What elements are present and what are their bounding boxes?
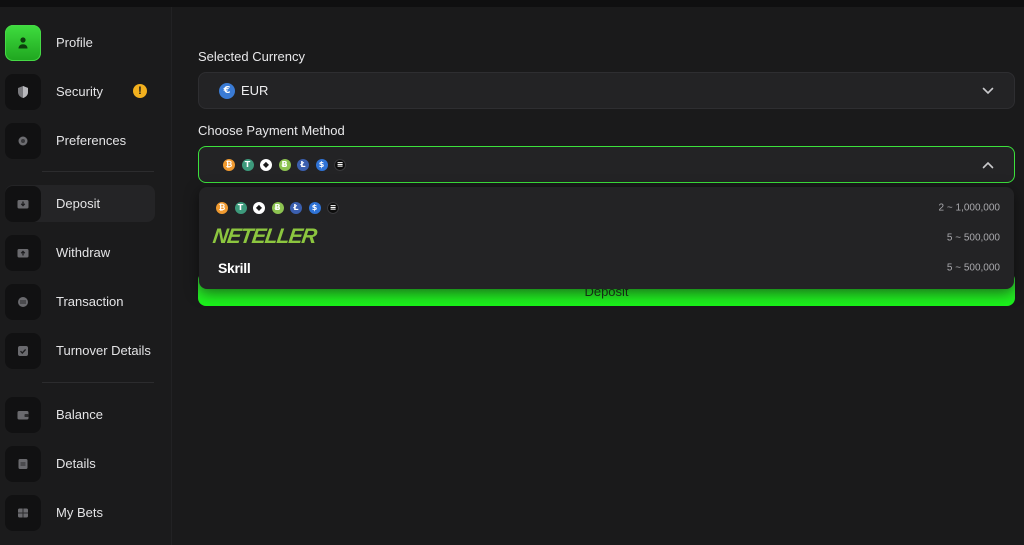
payment-option-crypto[interactable]: ₿ T ◆ Ƀ Ł $ ≡ 2 ~ 1,000,000 <box>199 193 1014 223</box>
chevron-up-icon <box>982 161 994 168</box>
sidebar-item-profile[interactable]: Profile <box>5 24 155 61</box>
crypto-coin-row: ₿ T ◆ Ƀ Ł $ ≡ <box>223 158 353 171</box>
shield-icon <box>5 73 41 110</box>
sidebar-item-label: Turnover Details <box>56 343 151 358</box>
payment-option-range: 5 ~ 500,000 <box>946 262 1000 274</box>
wallet-icon <box>5 396 41 433</box>
sidebar-divider <box>42 382 154 383</box>
bitcoin-icon: ₿ <box>216 202 228 214</box>
deposit-icon <box>5 185 41 222</box>
sidebar: Profile Security ! Preferences Deposit W… <box>0 7 172 545</box>
litecoin-icon: Ł <box>290 202 302 214</box>
litecoin-icon: Ł <box>297 158 309 171</box>
payment-option-range: 2 ~ 1,000,000 <box>938 202 1000 214</box>
tether-icon: T <box>234 202 247 214</box>
sidebar-item-transaction[interactable]: Transaction <box>5 283 155 320</box>
user-icon <box>5 24 41 61</box>
payment-option-neteller[interactable]: NETELLER 5 ~ 500,000 <box>199 223 1014 253</box>
sidebar-item-label: Balance <box>56 407 103 422</box>
sidebar-item-label: Preferences <box>56 133 127 148</box>
transaction-icon <box>5 283 41 320</box>
bitcoin-cash-icon: Ƀ <box>278 158 291 171</box>
sidebar-item-label: Security <box>56 84 103 99</box>
withdraw-icon <box>5 234 41 271</box>
details-icon <box>5 445 41 482</box>
payment-method-select[interactable]: ₿ T ◆ Ƀ Ł $ ≡ <box>198 146 1015 183</box>
solana-icon: ≡ <box>334 158 346 171</box>
sidebar-item-label: Withdraw <box>56 245 111 260</box>
payment-option-range: 5 ~ 500,000 <box>946 232 1000 244</box>
top-bar <box>0 0 1024 7</box>
sidebar-item-label: My Bets <box>56 505 103 520</box>
sidebar-item-details[interactable]: Details <box>5 445 155 482</box>
sidebar-item-turnover-details[interactable]: Turnover Details <box>5 332 155 369</box>
currency-label: Selected Currency <box>198 49 305 64</box>
currency-select[interactable]: € EUR <box>198 72 1015 109</box>
bets-icon <box>5 494 41 531</box>
payment-option-skrill[interactable]: Skrill 5 ~ 500,000 <box>199 253 1014 283</box>
sidebar-item-balance[interactable]: Balance <box>5 396 155 433</box>
ethereum-icon: ◆ <box>253 202 265 214</box>
ethereum-icon: ◆ <box>260 158 272 171</box>
sidebar-item-label: Transaction <box>56 294 124 309</box>
usdc-icon: $ <box>315 158 328 171</box>
sidebar-item-deposit[interactable]: Deposit <box>5 185 155 222</box>
sidebar-item-preferences[interactable]: Preferences <box>5 122 155 159</box>
bitcoin-icon: ₿ <box>223 158 235 171</box>
bitcoin-cash-icon: Ƀ <box>271 202 284 214</box>
euro-coin-icon: € <box>219 82 235 99</box>
tether-icon: T <box>241 158 254 171</box>
warning-badge: ! <box>133 84 147 98</box>
chevron-down-icon <box>982 87 994 94</box>
crypto-coin-row: ₿ T ◆ Ƀ Ł $ ≡ <box>216 202 346 214</box>
sidebar-item-label: Deposit <box>56 196 101 211</box>
sidebar-divider <box>42 171 154 172</box>
payment-method-label: Choose Payment Method <box>198 123 345 138</box>
solana-icon: ≡ <box>327 202 339 214</box>
sidebar-item-label: Details <box>56 456 96 471</box>
turnover-icon <box>5 332 41 369</box>
sidebar-item-withdraw[interactable]: Withdraw <box>5 234 155 271</box>
sidebar-item-my-bets[interactable]: My Bets <box>5 494 155 531</box>
sidebar-item-security[interactable]: Security ! <box>5 73 155 110</box>
preferences-icon <box>5 122 41 159</box>
payment-method-dropdown: ₿ T ◆ Ƀ Ł $ ≡ 2 ~ 1,000,000 NETELLER 5 ~ 500,0… <box>199 187 1014 289</box>
neteller-logo: NETELLER <box>211 225 318 248</box>
skrill-logo: Skrill <box>218 260 251 276</box>
currency-value: EUR <box>241 83 269 98</box>
usdc-icon: $ <box>308 202 321 214</box>
sidebar-item-label: Profile <box>56 35 93 50</box>
